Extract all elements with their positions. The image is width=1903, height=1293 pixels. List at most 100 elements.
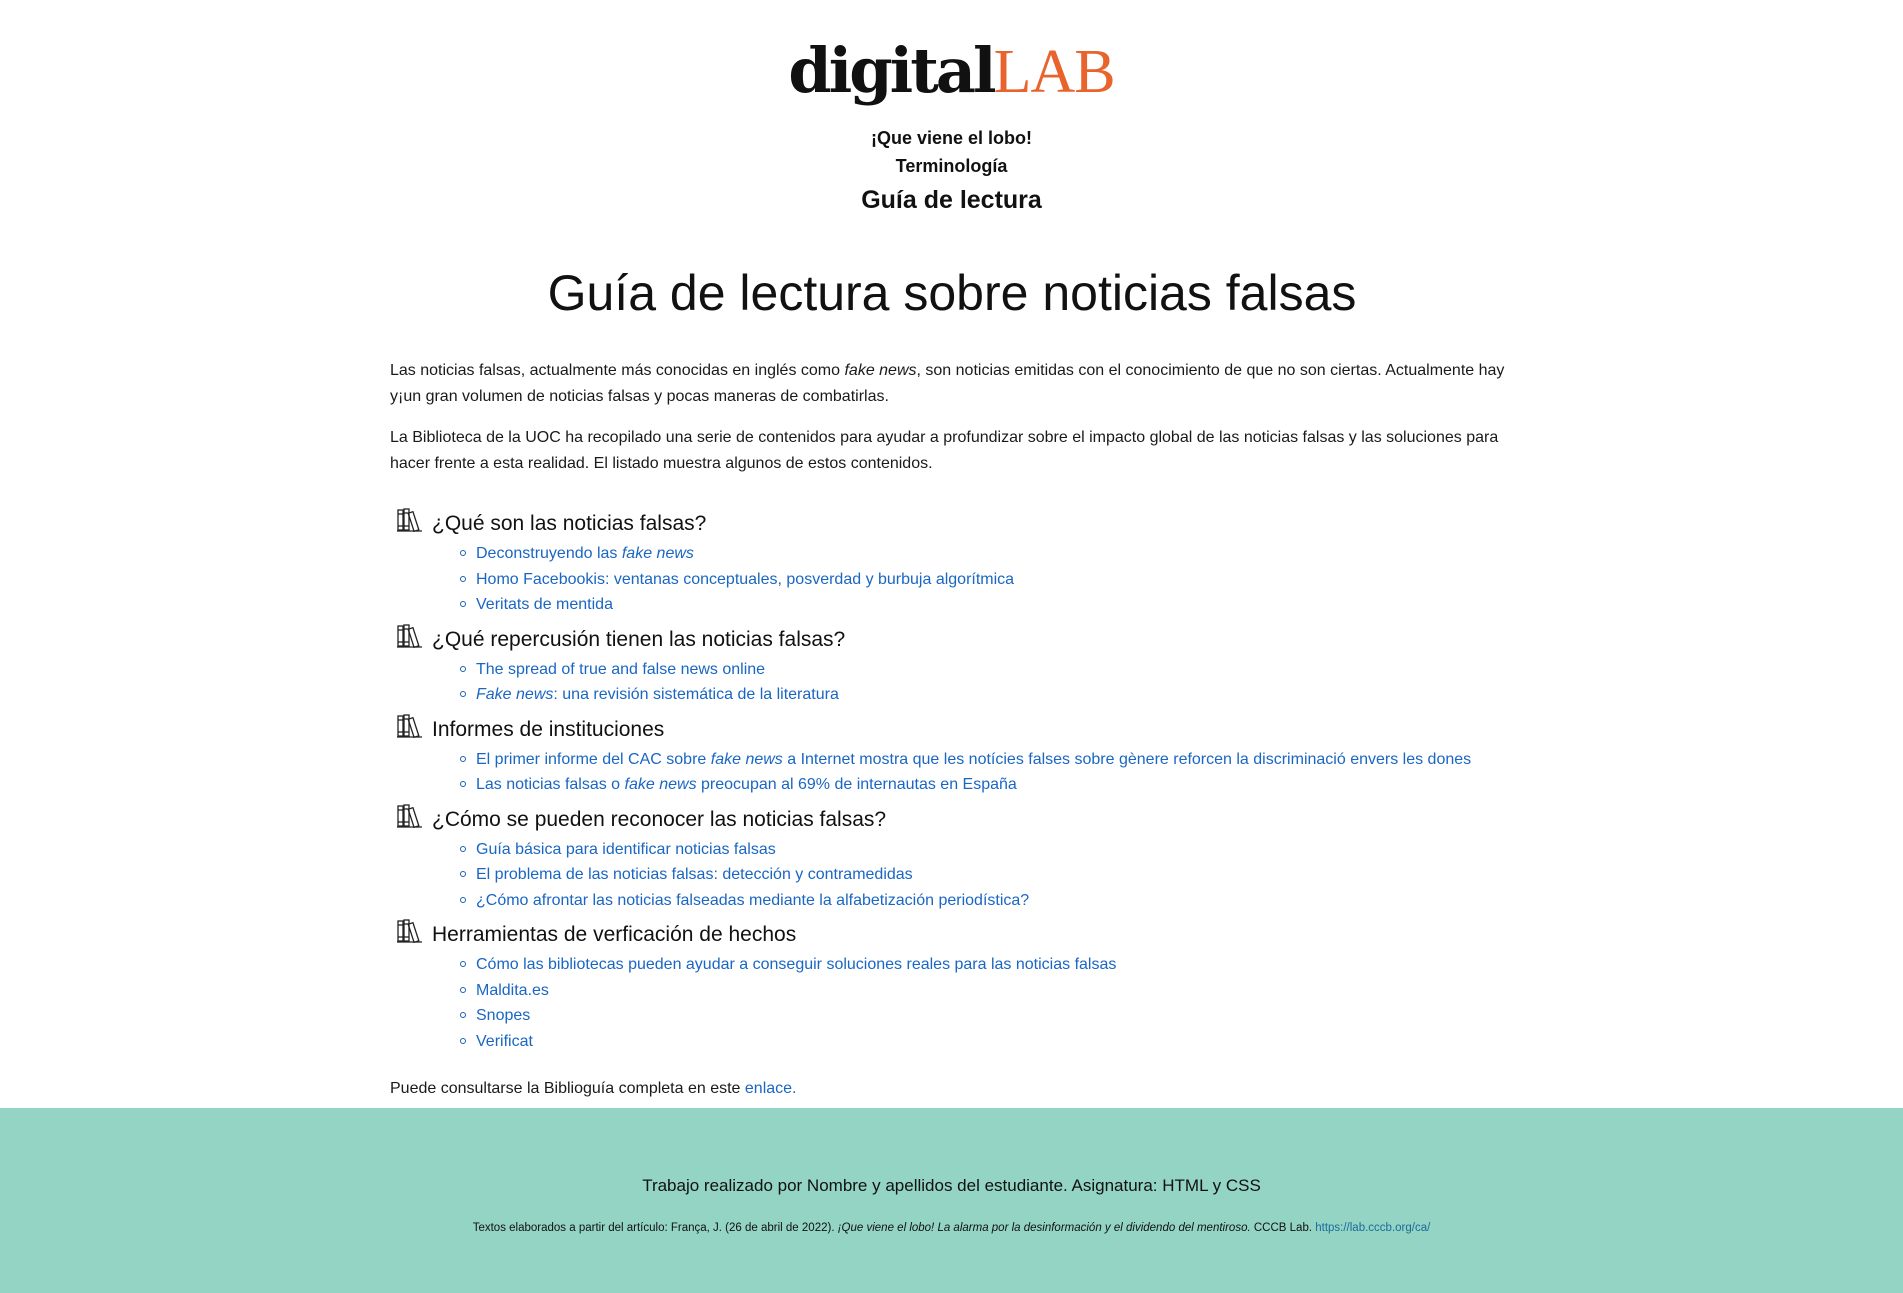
link-emphasis: Fake news — [476, 686, 554, 703]
reading-section: ¿Qué son las noticias falsas? Deconstruye… — [396, 507, 1514, 618]
resource-link[interactable]: Deconstruyendo las fake news — [476, 545, 694, 562]
closing-text: Puede consultarse la Biblioguía completa… — [390, 1080, 745, 1097]
reading-section: Informes de instituciones El primer infor… — [396, 713, 1514, 798]
list-item: Homo Facebookis: ventanas conceptuales, … — [460, 567, 1514, 593]
list-item: Cómo las bibliotecas pueden ayudar a con… — [460, 952, 1514, 978]
list-item: Guía básica para identificar noticias fa… — [460, 837, 1514, 863]
section-title: ¿Qué repercusión tienen las noticias fal… — [432, 627, 846, 651]
section-title: ¿Qué son las noticias falsas? — [432, 512, 707, 535]
link-emphasis: fake news — [621, 545, 694, 562]
section-link-list: Deconstruyendo las fake news Homo Faceboo… — [396, 541, 1514, 618]
resource-link[interactable]: Verificat — [476, 1033, 533, 1050]
link-text: Cómo las bibliotecas pueden ayudar a con… — [476, 956, 1117, 973]
circle-bullet-icon — [460, 896, 466, 903]
list-item: ¿Cómo afrontar las noticias falseadas me… — [460, 888, 1514, 914]
section-link-list: Guía básica para identificar noticias fa… — [396, 837, 1514, 914]
link-text: Deconstruyendo las — [476, 545, 622, 562]
nav-link-guia-de-lectura[interactable]: Guía de lectura — [0, 180, 1903, 220]
link-text: Guía básica para identificar noticias fa… — [476, 840, 776, 858]
link-text: ¿Cómo afrontar las noticias falseadas me… — [476, 891, 1030, 909]
reading-section: ¿Cómo se pueden reconocer las noticias f… — [396, 803, 1514, 914]
resource-link[interactable]: Guía básica para identificar noticias fa… — [476, 841, 776, 858]
section-title: ¿Cómo se pueden reconocer las noticias f… — [432, 807, 887, 831]
resource-link[interactable]: Veritats de mentida — [476, 596, 613, 613]
link-text: Snopes — [476, 1007, 531, 1024]
reading-section: Herramientas de verficación de hechos Cóm… — [396, 918, 1514, 1054]
section-link-list: El primer informe del CAC sobre fake new… — [396, 747, 1514, 798]
circle-bullet-icon — [460, 550, 466, 556]
circle-bullet-icon — [460, 871, 466, 877]
biblioguia-link[interactable]: enlace. — [745, 1080, 797, 1097]
page-title: Guía de lectura sobre noticias falsas — [547, 265, 1357, 321]
resource-link[interactable]: ¿Cómo afrontar las noticias falseadas me… — [476, 892, 1029, 909]
resource-link[interactable]: Las noticias falsas o fake news preocupa… — [476, 776, 1017, 793]
books-icon — [396, 917, 424, 945]
link-text: Veritats de mentida — [476, 596, 613, 613]
books-icon — [396, 506, 424, 534]
resource-link[interactable]: Maldita.es — [476, 982, 549, 999]
closing-paragraph: Puede consultarse la Biblioguía completa… — [390, 1076, 1514, 1102]
link-text: El problema de las noticias falsas: dete… — [476, 866, 913, 883]
circle-bullet-icon — [460, 1012, 466, 1018]
circle-bullet-icon — [460, 755, 466, 762]
link-text: El primer informe del CAC sobre — [476, 750, 711, 768]
section-heading: ¿Qué repercusión tienen las noticias fal… — [396, 623, 1514, 657]
nav-link-terminologia[interactable]: Terminología — [0, 152, 1903, 180]
books-icon — [396, 802, 424, 830]
page: digitalLAB ¡Que viene el lobo! Terminolo… — [0, 0, 1903, 1293]
intro-text: Las noticias falsas, actualmente más con… — [390, 362, 845, 379]
list-item: Maldita.es — [460, 978, 1514, 1004]
reading-sections: ¿Qué son las noticias falsas? Deconstruye… — [390, 507, 1514, 1054]
list-item: Las noticias falsas o fake news preocupa… — [460, 772, 1514, 798]
link-text: The spread of true and false news online — [476, 660, 766, 678]
link-text: a Internet mostra que les notícies false… — [782, 750, 1472, 768]
section-heading: Herramientas de verficación de hechos — [396, 918, 1514, 952]
books-icon — [396, 622, 424, 650]
site-logo[interactable]: digitalLAB — [0, 36, 1903, 107]
link-text: Maldita.es — [476, 981, 549, 999]
nav-link-que-viene-el-lobo[interactable]: ¡Que viene el lobo! — [0, 124, 1903, 152]
footer-source-link[interactable]: https://lab.cccb.org/ca/ — [1315, 1222, 1430, 1234]
link-text: Verificat — [476, 1032, 533, 1050]
site-header: digitalLAB ¡Que viene el lobo! Terminolo… — [0, 0, 1903, 230]
footer-source-text: CCCB Lab. — [1250, 1222, 1316, 1234]
section-link-list: The spread of true and false news online… — [396, 657, 1514, 708]
list-item: Verificat — [460, 1029, 1514, 1055]
link-text: preocupan al 69% de internautas en Españ… — [696, 776, 1017, 793]
resource-link[interactable]: The spread of true and false news online — [476, 661, 765, 678]
list-item: Veritats de mentida — [460, 592, 1514, 618]
list-item: El primer informe del CAC sobre fake new… — [460, 747, 1514, 773]
section-title: Informes de instituciones — [432, 717, 665, 741]
link-text: : una revisión sistemática de la literat… — [553, 686, 839, 703]
resource-link[interactable]: Cómo las bibliotecas pueden ayudar a con… — [476, 956, 1116, 973]
circle-bullet-icon — [460, 845, 466, 852]
footer-credit: Trabajo realizado por Nombre y apellidos… — [642, 1176, 1261, 1195]
resource-link[interactable]: Snopes — [476, 1007, 530, 1024]
section-title: Herramientas de verficación de hechos — [432, 923, 797, 946]
resource-link[interactable]: Homo Facebookis: ventanas conceptuales, … — [476, 571, 1014, 588]
circle-bullet-icon — [460, 986, 466, 993]
footer-source-title: ¡Que viene el lobo! La alarma por la des… — [837, 1222, 1251, 1234]
circle-bullet-icon — [460, 1037, 466, 1044]
circle-bullet-icon — [460, 665, 466, 672]
list-item: Fake news: una revisión sistemática de l… — [460, 682, 1514, 708]
section-link-list: Cómo las bibliotecas pueden ayudar a con… — [396, 952, 1514, 1054]
logo-lab-text: LAB — [993, 38, 1116, 106]
top-nav: ¡Que viene el lobo! Terminología Guía de… — [0, 124, 1903, 220]
reading-section: ¿Qué repercusión tienen las noticias fal… — [396, 623, 1514, 708]
link-text: Las noticias falsas o — [476, 776, 625, 793]
link-emphasis: fake news — [624, 776, 697, 793]
footer-source: Textos elaborados a partir del artículo:… — [0, 1219, 1903, 1237]
section-heading: ¿Cómo se pueden reconocer las noticias f… — [396, 803, 1514, 837]
logo-digital-text: digital — [788, 34, 996, 107]
resource-link[interactable]: Fake news: una revisión sistemática de l… — [476, 686, 839, 703]
link-emphasis: fake news — [710, 750, 783, 768]
list-item: Snopes — [460, 1003, 1514, 1029]
list-item: Deconstruyendo las fake news — [460, 541, 1514, 567]
footer-source-text: Textos elaborados a partir del artículo:… — [472, 1222, 838, 1234]
circle-bullet-icon — [460, 961, 466, 967]
intro-emphasis: fake news — [844, 362, 917, 379]
resource-link[interactable]: El primer informe del CAC sobre fake new… — [476, 751, 1471, 768]
link-text: Homo Facebookis: ventanas conceptuales, … — [476, 570, 1015, 588]
resource-link[interactable]: El problema de las noticias falsas: dete… — [476, 866, 913, 883]
